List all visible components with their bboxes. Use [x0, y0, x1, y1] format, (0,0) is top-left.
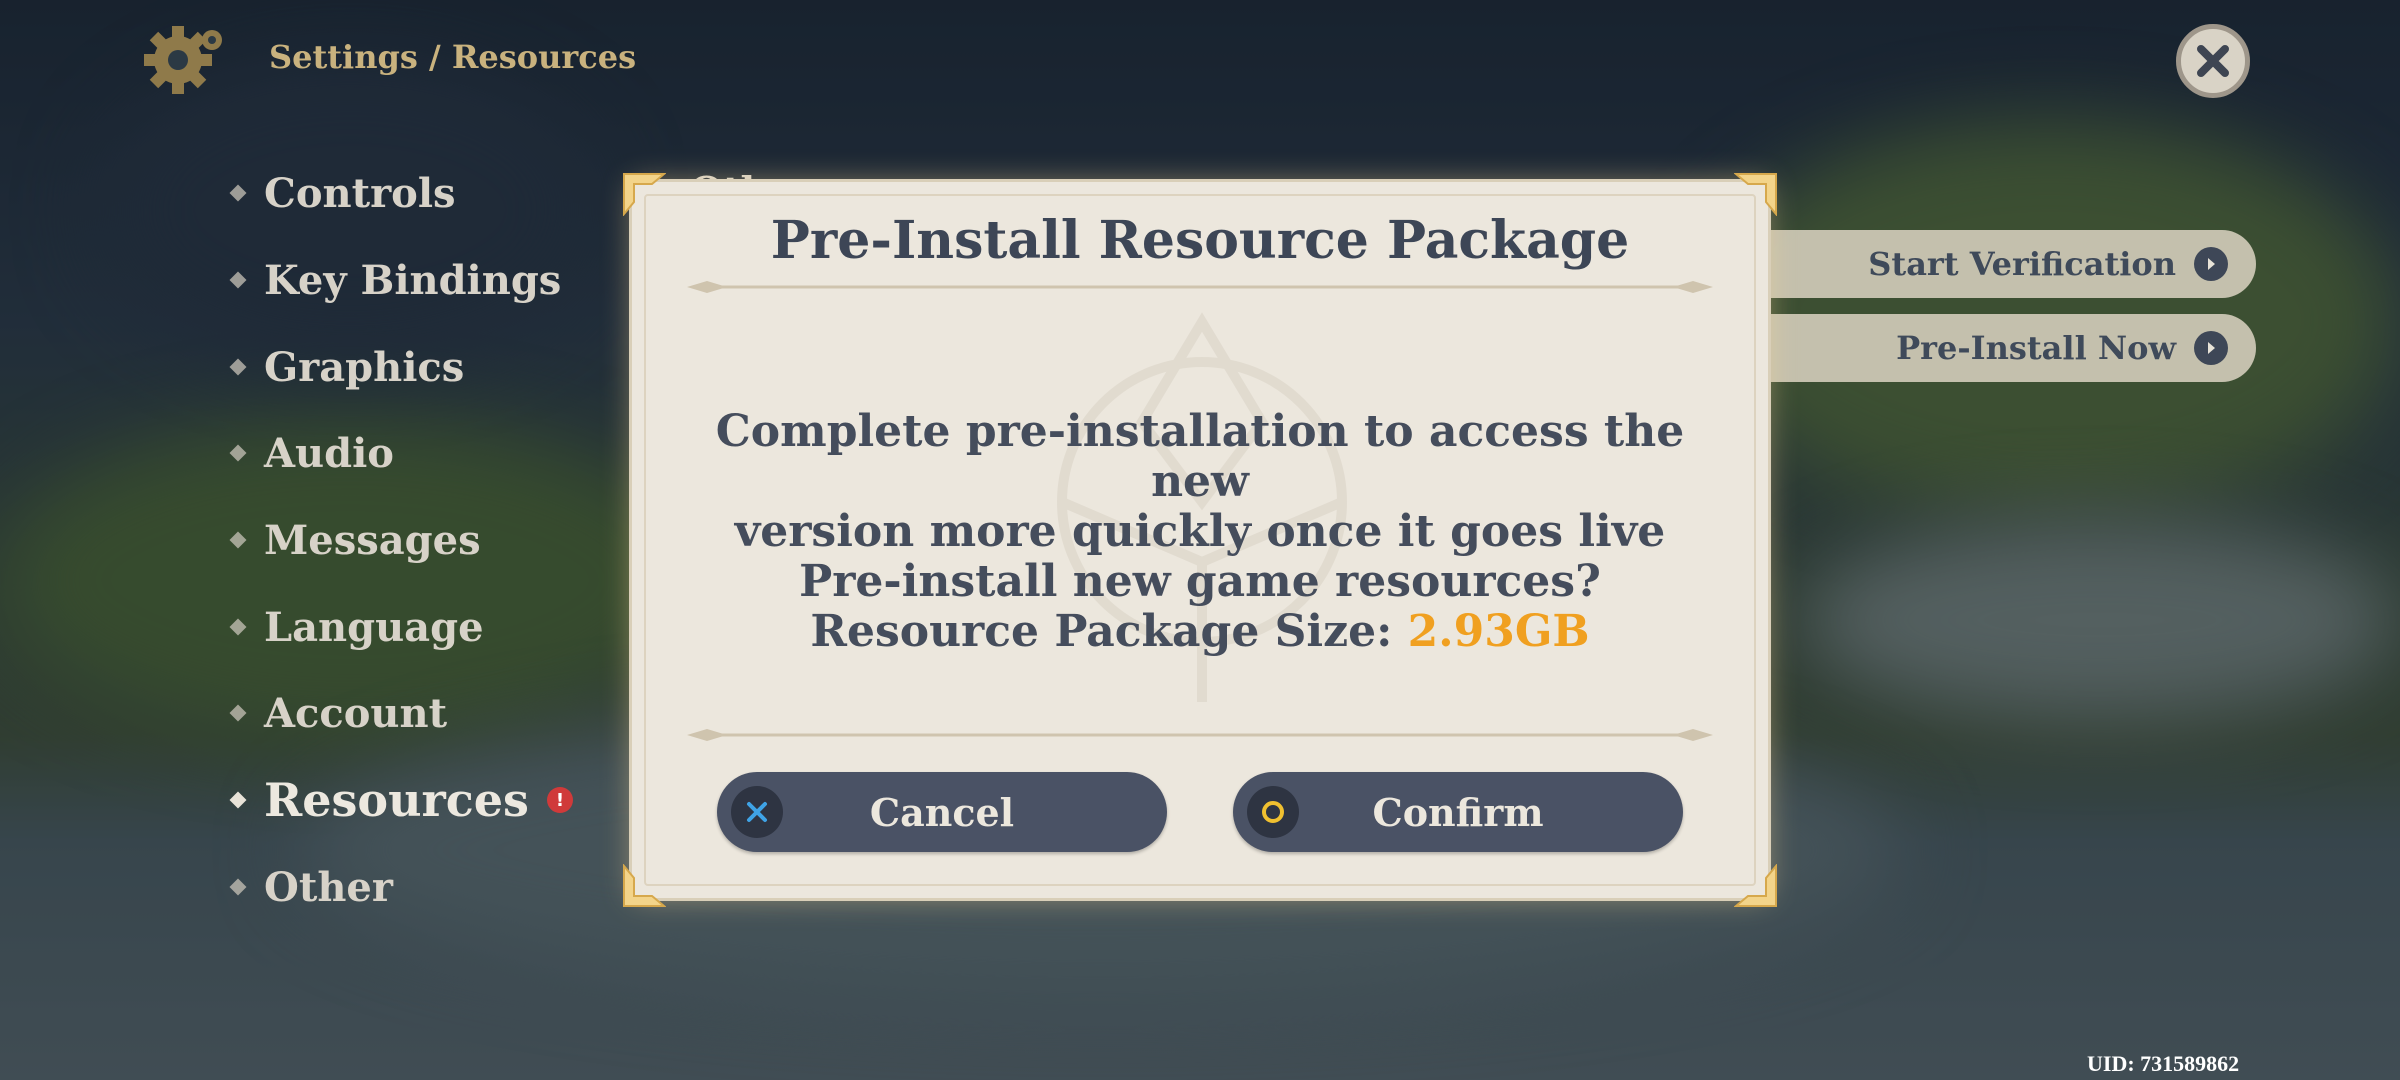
- corner-ornament-icon: [623, 864, 666, 907]
- package-size-value: 2.93GB: [1407, 606, 1590, 657]
- menu-item-language[interactable]: Language: [229, 597, 484, 657]
- cancel-button[interactable]: Cancel: [717, 772, 1167, 852]
- breadcrumb: Settings / Resources: [269, 38, 637, 76]
- diamond-bullet-icon: [229, 184, 247, 202]
- message-line: Pre-install new game resources?: [799, 556, 1601, 607]
- menu-item-label: Language: [264, 603, 484, 651]
- menu-item-audio[interactable]: Audio: [229, 423, 394, 483]
- diamond-bullet-icon: [229, 358, 247, 376]
- confirm-button[interactable]: Confirm: [1233, 772, 1683, 852]
- menu-item-label: Resources: [264, 773, 529, 827]
- uid-label: UID: 731589862: [2087, 1051, 2240, 1076]
- menu-item-messages[interactable]: Messages: [229, 510, 481, 570]
- package-size-line: Resource Package Size: 2.93GB: [672, 607, 1728, 657]
- message-line: version more quickly once it goes live: [734, 506, 1666, 557]
- dialog-message: Complete pre-installation to access the …: [672, 407, 1728, 657]
- diamond-bullet-icon: [229, 878, 247, 896]
- diamond-bullet-icon: [229, 791, 247, 809]
- menu-item-label: Other: [264, 863, 393, 911]
- diamond-bullet-icon: [229, 618, 247, 636]
- menu-item-controls[interactable]: Controls: [229, 163, 456, 223]
- pre-install-dialog: Pre-Install Resource Package Complete pr…: [623, 173, 1777, 907]
- package-size-label: Resource Package Size:: [810, 606, 1408, 657]
- cross-icon: [731, 786, 783, 838]
- menu-item-label: Controls: [264, 169, 456, 217]
- menu-item-graphics[interactable]: Graphics: [229, 337, 465, 397]
- dialog-title: Pre-Install Resource Package: [770, 210, 1630, 271]
- menu-item-other[interactable]: Other: [229, 857, 393, 917]
- close-button[interactable]: [2176, 24, 2250, 98]
- diamond-bullet-icon: [229, 531, 247, 549]
- menu-item-label: Graphics: [264, 343, 465, 391]
- divider: [687, 281, 1713, 293]
- confirm-label: Confirm: [1372, 789, 1544, 835]
- pre-install-now-label: Pre-Install Now: [1896, 329, 2176, 367]
- menu-item-key-bindings[interactable]: Key Bindings: [229, 250, 562, 310]
- menu-item-label: Key Bindings: [264, 256, 562, 304]
- menu-item-label: Account: [264, 689, 448, 737]
- divider: [687, 729, 1713, 741]
- gear-icon: [144, 26, 222, 94]
- message-line: Complete pre-installation to access the …: [715, 406, 1685, 507]
- start-verification-button[interactable]: Start Verification: [1700, 230, 2256, 298]
- diamond-bullet-icon: [229, 271, 247, 289]
- pre-install-now-button[interactable]: Pre-Install Now: [1700, 314, 2256, 382]
- cancel-label: Cancel: [869, 789, 1015, 835]
- alert-badge: !: [546, 787, 573, 813]
- diamond-bullet-icon: [229, 704, 247, 722]
- menu-item-label: Audio: [264, 429, 394, 477]
- menu-item-account[interactable]: Account: [229, 683, 448, 743]
- arrow-right-icon: [2194, 331, 2228, 365]
- menu-item-label: Messages: [264, 516, 481, 564]
- corner-ornament-icon: [1734, 864, 1777, 907]
- start-verification-label: Start Verification: [1868, 245, 2176, 283]
- menu-item-resources[interactable]: Resources !: [229, 770, 573, 830]
- diamond-bullet-icon: [229, 444, 247, 462]
- circle-icon: [1247, 786, 1299, 838]
- close-icon: [2197, 45, 2229, 77]
- arrow-right-icon: [2194, 247, 2228, 281]
